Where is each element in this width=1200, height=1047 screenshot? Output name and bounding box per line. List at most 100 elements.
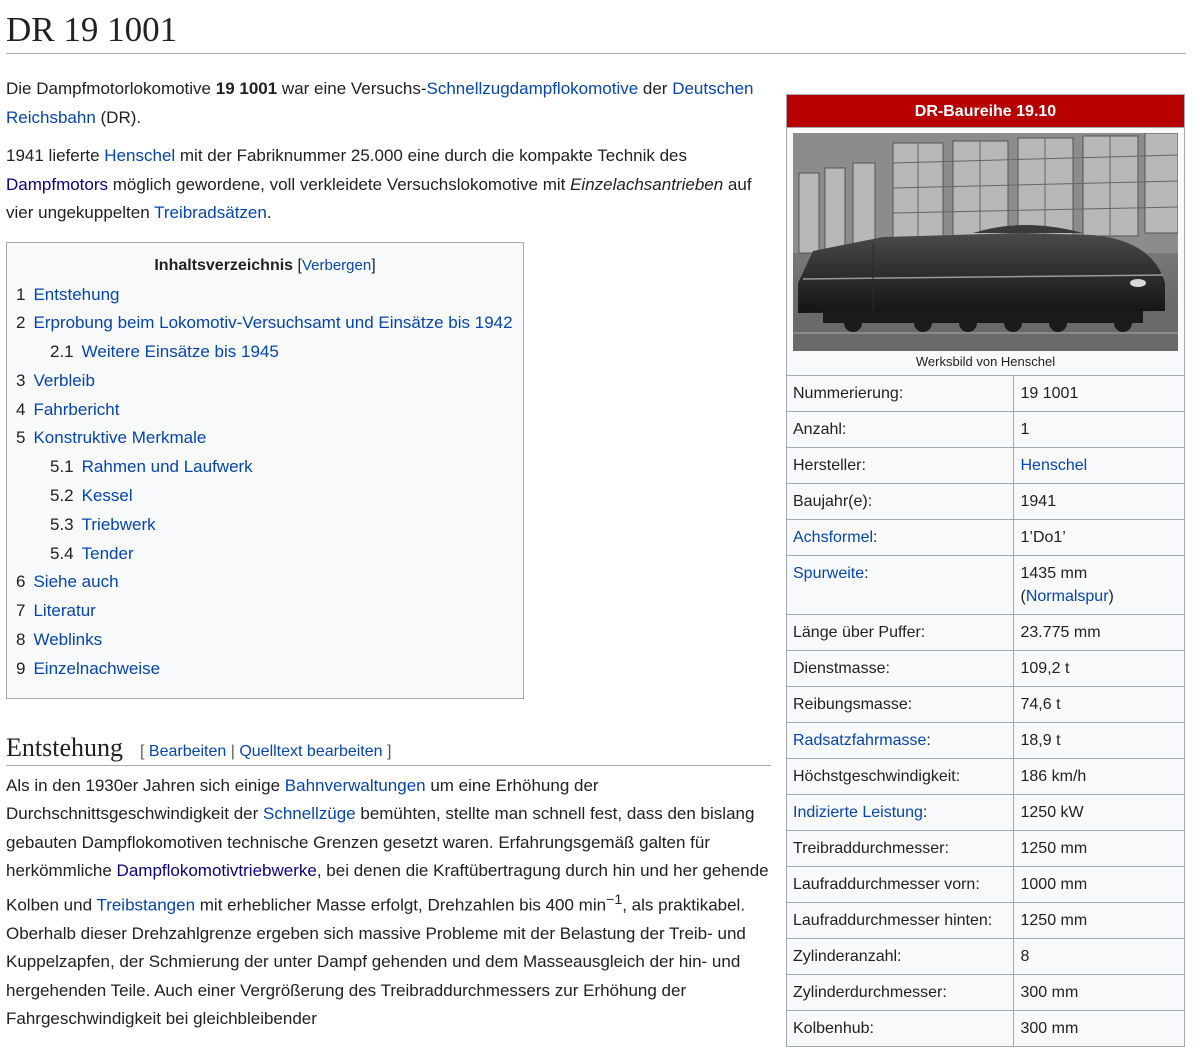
infobox-key: Länge über Puffer: [787, 614, 1014, 651]
infobox-value: 74,6 t [1013, 686, 1184, 723]
toc-link[interactable]: Verbleib [33, 371, 94, 390]
infobox-value-text: 1250 mm [1020, 912, 1088, 929]
link-treibradsaetze[interactable]: Treibradsätzen [154, 203, 267, 222]
toc-link[interactable]: Fahrbericht [33, 400, 119, 419]
toc-link[interactable]: Erprobung beim Lokomotiv-Versuchsamt und… [33, 313, 512, 332]
infobox-value-text: 1’Do1’ [1020, 529, 1066, 546]
key-suffix: : [864, 565, 869, 582]
infobox-value-text: 1250 mm [1020, 840, 1088, 857]
toc-item[interactable]: 5.2 Kessel [16, 482, 514, 511]
infobox-key-text: Laufraddurchmesser hinten: [793, 912, 993, 929]
infobox-header: DR-Baureihe 19.10 [787, 95, 1184, 128]
infobox-value-text: 1435 mm [1020, 565, 1088, 582]
infobox-value: 18,9 t [1013, 722, 1184, 759]
link-treibstangen[interactable]: Treibstangen [96, 895, 195, 914]
toc-item[interactable]: 9 Einzelnachweise [16, 655, 514, 684]
toc-item[interactable]: 5.1 Rahmen und Laufwerk [16, 453, 514, 482]
toc-item[interactable]: 4 Fahrbericht [16, 396, 514, 425]
infobox-value: 1250 mm [1013, 902, 1184, 939]
infobox-value-text: 19 1001 [1020, 385, 1079, 402]
infobox-value-link[interactable]: Henschel [1021, 457, 1088, 474]
infobox-value-text: 1 [1020, 421, 1030, 438]
separator: | [226, 742, 240, 760]
link-bahnverwaltungen[interactable]: Bahnverwaltungen [285, 776, 426, 795]
text: . [266, 203, 272, 222]
infobox-key-text: Länge über Puffer: [793, 624, 926, 641]
link-dampfmotor[interactable]: Dampfmotors [6, 175, 108, 194]
infobox: DR-Baureihe 19.10 Werksbild von Henschel… [786, 94, 1185, 1047]
toc-heading: Inhaltsverzeichnis [154, 256, 294, 274]
infobox-value-text: 109,2 t [1020, 660, 1070, 677]
infobox-key-text: Baujahr(e): [793, 493, 873, 510]
infobox-key-text: Höchstgeschwindigkeit: [793, 768, 961, 785]
link-dampflokomotivtriebwerke[interactable]: Dampflokomotivtriebwerke [117, 861, 317, 880]
infobox-key: Höchstgeschwindigkeit: [787, 758, 1014, 795]
section-heading-entstehung: Entstehung [ Bearbeiten | Quelltext bear… [6, 731, 771, 766]
toc-link[interactable]: Siehe auch [33, 572, 118, 591]
text: , als praktikabel. Oberhalb dieser Drehz… [6, 895, 746, 1029]
infobox-value-text: 8 [1020, 948, 1030, 965]
infobox-key-text: Dienstmasse: [793, 660, 890, 677]
toc-item[interactable]: 3 Verbleib [16, 367, 514, 396]
infobox-key-link[interactable]: Achsformel [793, 529, 873, 546]
infobox-key: Laufraddurchmesser vorn: [787, 866, 1014, 903]
toc-number: 5.4 [50, 543, 74, 563]
infobox-key-link[interactable]: Indizierte Leistung [793, 804, 923, 821]
toc-link[interactable]: Literatur [33, 601, 95, 620]
toc-item[interactable]: 5 Konstruktive Merkmale [16, 424, 514, 453]
toc-item[interactable]: 7 Literatur [16, 597, 514, 626]
edit-source-link[interactable]: Quelltext bearbeiten [239, 743, 382, 760]
infobox-key: Baujahr(e): [787, 483, 1014, 520]
locomotive-photo[interactable] [793, 133, 1178, 351]
infobox-value: 1’Do1’ [1013, 519, 1184, 556]
toc-item[interactable]: 2.1 Weitere Einsätze bis 1945 [16, 338, 514, 367]
text: mit der Fabriknummer 25.000 eine durch d… [175, 146, 688, 165]
text: (DR). [95, 107, 142, 127]
infobox-value-text: 186 km/h [1020, 768, 1087, 785]
toc-number: 5.1 [50, 457, 74, 477]
infobox-key-link[interactable]: Spurweite [793, 565, 864, 582]
toc-item[interactable]: 1 Entstehung [16, 281, 514, 310]
infobox-row: Hersteller: Henschel [787, 447, 1184, 484]
text: Die Dampfmotorlokomotive [6, 79, 216, 98]
link-normalspur[interactable]: Normalspur [1026, 588, 1109, 605]
infobox-row: Treibraddurchmesser: 1250 mm [787, 830, 1184, 867]
infobox-row: Zylinderanzahl: 8 [787, 938, 1184, 975]
infobox-key: Indizierte Leistung: [787, 794, 1014, 831]
toc-link[interactable]: Triebwerk [82, 515, 156, 534]
infobox-row: Spurweite: 1435 mm (Normalspur) [787, 555, 1184, 615]
infobox-key: Nummerierung: [787, 375, 1014, 412]
infobox-key-link[interactable]: Radsatzfahrmasse [793, 732, 926, 749]
key-suffix: : [922, 804, 928, 821]
toc-toggle-link[interactable]: Verbergen [302, 257, 371, 274]
toc-item[interactable]: 5.3 Triebwerk [16, 511, 514, 540]
toc-number: 8 [16, 630, 26, 650]
toc-number: 6 [16, 572, 26, 592]
infobox-key: Laufraddurchmesser hinten: [787, 902, 1014, 939]
toc-item[interactable]: 6 Siehe auch [16, 568, 514, 597]
infobox-value-text: 1941 [1020, 493, 1057, 510]
toc-item[interactable]: 8 Weblinks [16, 626, 514, 655]
infobox-value: 1435 mm (Normalspur) [1013, 555, 1184, 615]
toc-link[interactable]: Rahmen und Laufwerk [82, 457, 253, 476]
toc-item[interactable]: 5.4 Tender [16, 540, 514, 569]
bracket: [ [140, 742, 149, 760]
link-henschel[interactable]: Henschel [104, 146, 175, 165]
toc-link[interactable]: Einzelnachweise [33, 659, 160, 678]
toc-link[interactable]: Kessel [82, 486, 133, 505]
toc-link[interactable]: Weitere Einsätze bis 1945 [82, 342, 279, 361]
link-schnellzuege[interactable]: Schnellzüge [263, 804, 356, 823]
link-schnellzugdampflokomotive[interactable]: Schnellzugdampflokomotive [427, 79, 639, 98]
toc-link[interactable]: Entstehung [33, 285, 119, 304]
toc-link[interactable]: Tender [82, 544, 134, 563]
infobox-row: Höchstgeschwindigkeit: 186 km/h [787, 758, 1184, 795]
infobox-key: Treibraddurchmesser: [787, 830, 1014, 867]
toc-item[interactable]: 2 Erprobung beim Lokomotiv-Versuchsamt un… [16, 309, 514, 338]
toc-number: 7 [16, 601, 26, 621]
infobox-table: Nummerierung: 19 1001 Anzahl: 1 Hersteller: H… [787, 375, 1184, 1046]
infobox-value: 23.775 mm [1013, 614, 1184, 651]
infobox-row: Dienstmasse: 109,2 t [787, 650, 1184, 687]
edit-link[interactable]: Bearbeiten [149, 743, 226, 760]
toc-link[interactable]: Weblinks [33, 630, 102, 649]
toc-link[interactable]: Konstruktive Merkmale [33, 428, 206, 447]
